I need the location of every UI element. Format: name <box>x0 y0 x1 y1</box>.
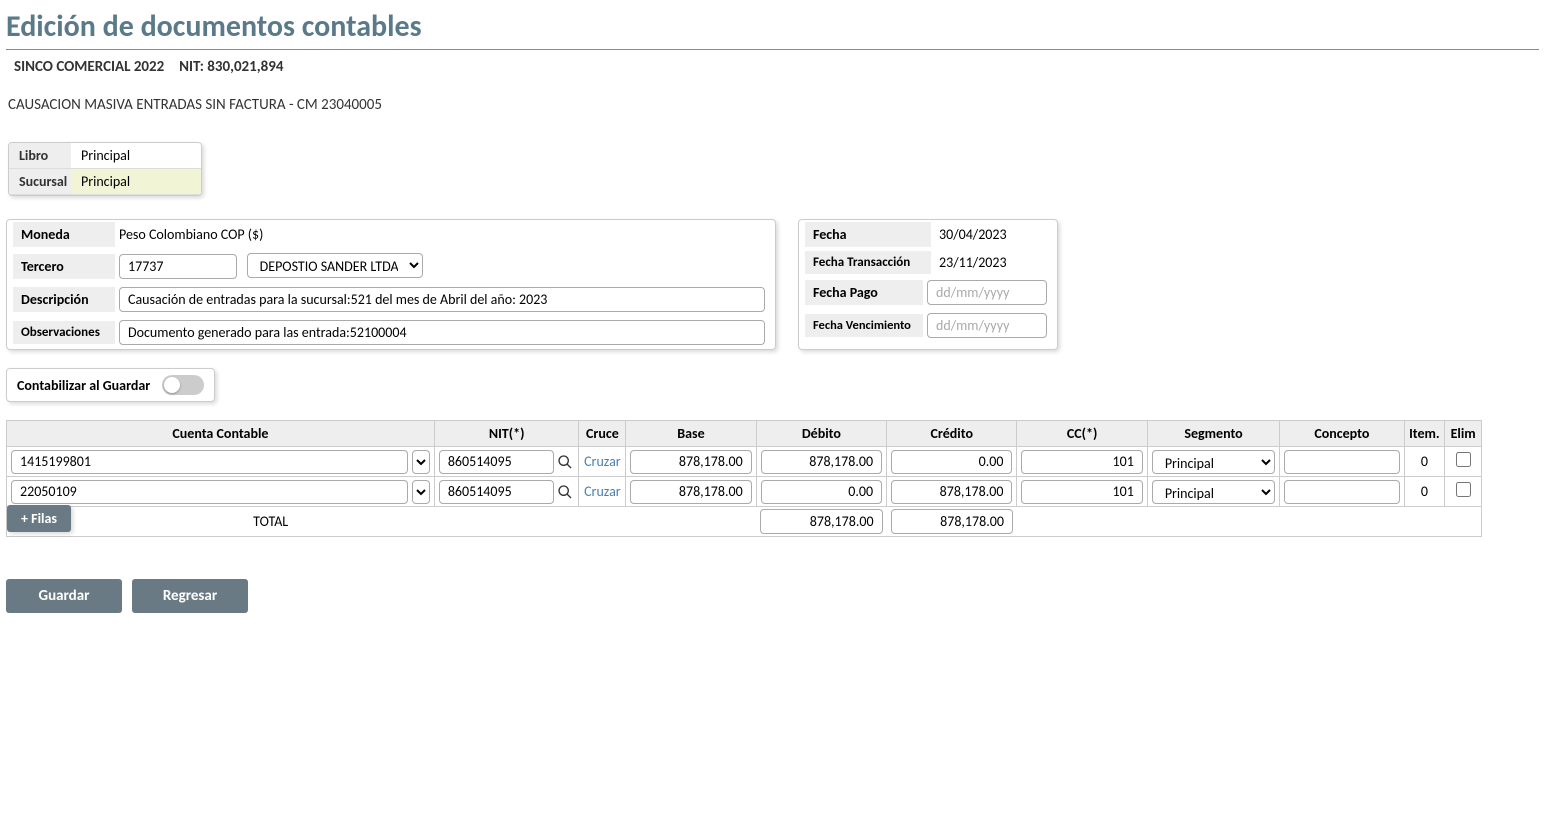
regresar-button[interactable]: Regresar <box>132 579 248 613</box>
sucursal-value: Principal <box>71 169 201 195</box>
cuenta-code-input[interactable] <box>11 480 408 504</box>
col-cuenta: Cuenta Contable <box>7 421 435 447</box>
debito-input[interactable] <box>761 480 882 504</box>
total-credito: 878,178.00 <box>891 509 1013 534</box>
observaciones-label: Observaciones <box>13 321 115 344</box>
libro-label: Libro <box>9 143 71 169</box>
fecha-pago-label: Fecha Pago <box>805 280 923 305</box>
cruzar-link[interactable]: Cruzar <box>584 483 621 500</box>
descripcion-label: Descripción <box>13 287 115 312</box>
fecha-value: 30/04/2023 <box>931 223 1015 246</box>
table-row: 1415199801 PROVISION DE ENTRADAS SIN Cru… <box>7 447 1482 477</box>
fecha-trans-value: 23/11/2023 <box>931 251 1015 274</box>
descripcion-input[interactable] <box>119 287 765 312</box>
credito-input[interactable] <box>891 480 1012 504</box>
add-filas-button[interactable]: + Filas <box>7 505 71 532</box>
page-title: Edición de documentos contables <box>6 6 1539 49</box>
cc-input[interactable] <box>1021 480 1142 504</box>
base-input[interactable] <box>630 480 751 504</box>
item-value: 0 <box>1404 477 1445 507</box>
cc-input[interactable] <box>1021 450 1142 474</box>
cuenta-code-input[interactable] <box>11 450 408 474</box>
company-nit: NIT: 830,021,894 <box>179 58 283 76</box>
document-line: CAUSACION MASIVA ENTRADAS SIN FACTURA - … <box>6 78 1539 114</box>
tercero-label: Tercero <box>13 254 115 279</box>
concepto-input[interactable] <box>1284 450 1399 474</box>
cruzar-link[interactable]: Cruzar <box>584 453 621 470</box>
col-credito: Crédito <box>887 421 1017 447</box>
sucursal-label: Sucursal <box>9 169 71 195</box>
fecha-label: Fecha <box>805 222 931 247</box>
total-row: + Filas TOTAL 878,178.00 878,178.00 <box>7 507 1482 537</box>
fecha-venc-input[interactable] <box>927 313 1047 338</box>
concepto-input[interactable] <box>1284 480 1399 504</box>
form-left-panel: Moneda Peso Colombiano COP ($) Tercero D… <box>6 219 776 350</box>
company-name: SINCO COMERCIAL 2022 <box>14 58 164 76</box>
tercero-code-input[interactable] <box>119 254 237 279</box>
moneda-value: Peso Colombiano COP ($) <box>115 224 267 245</box>
form-right-panel: Fecha 30/04/2023 Fecha Transacción 23/11… <box>798 219 1058 350</box>
total-debito: 878,178.00 <box>760 509 882 534</box>
elim-checkbox[interactable] <box>1456 482 1471 497</box>
segmento-select[interactable]: Principal <box>1152 480 1275 504</box>
moneda-label: Moneda <box>13 222 115 247</box>
table-row: 22050109 CAUSACIÓN MASIVA DE ENTRA Cruza… <box>7 477 1482 507</box>
contabilizar-label: Contabilizar al Guardar <box>17 377 150 394</box>
search-icon[interactable] <box>556 483 574 501</box>
search-icon[interactable] <box>556 453 574 471</box>
credito-input[interactable] <box>891 450 1012 474</box>
col-debito: Débito <box>756 421 886 447</box>
col-segmento: Segmento <box>1147 421 1279 447</box>
fecha-venc-label: Fecha Vencimiento <box>805 314 923 337</box>
col-cc: CC(*) <box>1017 421 1147 447</box>
tercero-select[interactable]: DEPOSTIO SANDER LTDA <box>247 253 423 278</box>
item-value: 0 <box>1404 447 1445 477</box>
debito-input[interactable] <box>761 450 882 474</box>
fecha-trans-label: Fecha Transacción <box>805 251 931 274</box>
elim-checkbox[interactable] <box>1456 452 1471 467</box>
total-label: TOTAL <box>253 513 288 530</box>
guardar-button[interactable]: Guardar <box>6 579 122 613</box>
title-divider <box>6 49 1539 50</box>
libro-value: Principal <box>71 143 201 169</box>
base-input[interactable] <box>630 450 751 474</box>
fecha-pago-input[interactable] <box>927 280 1047 305</box>
col-cruce: Cruce <box>579 421 626 447</box>
observaciones-input[interactable] <box>119 320 765 345</box>
segmento-select[interactable]: Principal <box>1152 450 1275 474</box>
col-base: Base <box>626 421 756 447</box>
libro-sucursal-card: Libro Principal Sucursal Principal <box>8 142 202 196</box>
cuenta-name-select[interactable]: 22050109 CAUSACIÓN MASIVA DE ENTRA <box>412 480 430 504</box>
nit-input[interactable] <box>439 480 555 504</box>
contabilizar-toggle[interactable] <box>162 375 204 395</box>
contabilizar-toggle-card: Contabilizar al Guardar <box>6 368 215 402</box>
col-elim: Elim <box>1445 421 1482 447</box>
col-item: Item. <box>1404 421 1445 447</box>
col-concepto: Concepto <box>1280 421 1404 447</box>
entries-grid: Cuenta Contable NIT(*) Cruce Base Débito… <box>6 420 1482 537</box>
col-nit: NIT(*) <box>434 421 579 447</box>
nit-input[interactable] <box>439 450 555 474</box>
cuenta-name-select[interactable]: 1415199801 PROVISION DE ENTRADAS SIN <box>412 450 430 474</box>
company-line: SINCO COMERCIAL 2022 NIT: 830,021,894 <box>6 58 1539 78</box>
